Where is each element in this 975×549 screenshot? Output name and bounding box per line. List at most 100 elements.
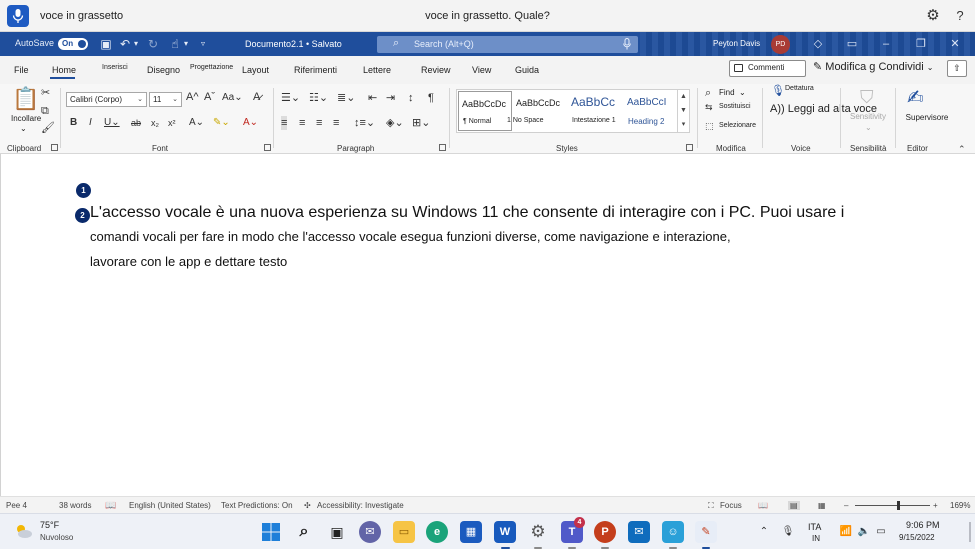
paragraph[interactable]: L'accesso vocale è una nuova esperienza …: [90, 204, 844, 222]
avatar[interactable]: PD: [771, 35, 790, 54]
redo-icon[interactable]: ↻: [145, 36, 161, 52]
text-effects-icon[interactable]: A⌄: [189, 116, 204, 130]
sort-icon[interactable]: ↕: [408, 91, 414, 105]
tab-design[interactable]: Progettazione: [190, 64, 233, 71]
search-mic-icon[interactable]: [623, 38, 631, 50]
zoom-slider[interactable]: [855, 505, 930, 506]
sensitivity-icon[interactable]: ⛉: [860, 86, 874, 108]
close-icon[interactable]: ✕: [947, 36, 963, 52]
chevron-down-icon[interactable]: ⌄: [739, 88, 746, 97]
help-icon[interactable]: ?: [952, 7, 968, 25]
subscript-icon[interactable]: x₂: [151, 116, 159, 130]
clear-formatting-icon[interactable]: A̷: [253, 90, 260, 104]
tab-mailings[interactable]: Lettere: [363, 65, 391, 75]
read-mode-icon[interactable]: 📖: [758, 501, 768, 510]
gallery-scroll[interactable]: ▲ ▼ ▾: [677, 90, 689, 132]
strikethrough-icon[interactable]: ab: [131, 116, 141, 130]
task-view-button[interactable]: ▣: [326, 521, 348, 543]
clock-date[interactable]: 9/15/2022: [899, 533, 935, 542]
editor-pen-icon[interactable]: ✍: [907, 86, 924, 110]
user-name[interactable]: Peyton Davis: [713, 39, 760, 48]
style-no-spacing[interactable]: AaBbCcDc 1 No Space: [507, 91, 567, 131]
font-name-box[interactable]: Calibri (Corpo) ⌄: [66, 92, 147, 107]
tab-insert[interactable]: Inserisci: [102, 64, 128, 71]
voice-overlay-badge[interactable]: 2: [75, 208, 90, 223]
font-color-icon[interactable]: A⌄: [243, 116, 258, 130]
tab-view[interactable]: View: [472, 65, 491, 75]
maximize-icon[interactable]: ❐: [913, 36, 929, 52]
find-label[interactable]: Find: [719, 88, 735, 97]
editing-mode-button[interactable]: ✎ Modifica g Condividi ⌄: [813, 60, 933, 73]
borders-icon[interactable]: ⊞⌄: [412, 116, 430, 130]
show-desktop-button[interactable]: [969, 522, 971, 542]
decrease-indent-icon[interactable]: ⇤: [368, 91, 377, 105]
powerpoint-app[interactable]: P: [594, 521, 616, 543]
show-marks-icon[interactable]: ¶: [428, 91, 434, 105]
word-app[interactable]: W: [494, 521, 516, 543]
format-painter-icon[interactable]: 🖌: [41, 121, 55, 135]
underline-icon[interactable]: U⌄: [104, 116, 120, 130]
justify-icon[interactable]: ≡: [333, 116, 339, 130]
wifi-icon[interactable]: 📶: [839, 525, 853, 539]
paste-dropdown-icon[interactable]: ⌄: [20, 124, 27, 133]
sensitivity-button-label[interactable]: Sensitivity: [846, 112, 890, 121]
start-button[interactable]: [260, 521, 282, 543]
settings-app[interactable]: ⚙: [527, 521, 549, 543]
zoom-level[interactable]: 169%: [950, 501, 970, 510]
autosave-toggle[interactable]: On: [58, 38, 88, 50]
document-page[interactable]: 1 2 L'accesso vocale è una nuova esperie…: [0, 154, 975, 496]
search-box[interactable]: ⌕ Search (Alt+Q): [377, 36, 638, 53]
grow-font-icon[interactable]: A^: [186, 90, 199, 104]
people-app[interactable]: ☺: [662, 521, 684, 543]
paragraph[interactable]: comandi vocali per fare in modo che l'ac…: [90, 229, 731, 244]
paste-label[interactable]: Incollare: [11, 114, 41, 123]
microphone-icon[interactable]: 🎙: [781, 525, 795, 539]
shading-icon[interactable]: ◈⌄: [386, 116, 404, 130]
zoom-out-icon[interactable]: –: [844, 501, 848, 510]
clipboard-launcher-icon[interactable]: [51, 144, 58, 151]
store-app[interactable]: ▦: [460, 521, 482, 543]
bullets-icon[interactable]: ☰⌄: [281, 91, 300, 105]
align-right-icon[interactable]: ≡: [316, 116, 322, 130]
tab-file[interactable]: File: [14, 65, 29, 75]
paste-icon[interactable]: 📋: [12, 86, 39, 112]
dictate-microphone-icon[interactable]: 🎙: [771, 84, 785, 98]
edge-app[interactable]: e: [426, 521, 448, 543]
settings-gear-icon[interactable]: ⚙: [924, 7, 942, 25]
web-layout-icon[interactable]: ▦: [818, 501, 826, 510]
teams-app[interactable]: T 4: [561, 517, 585, 543]
select-label[interactable]: Selezionare: [719, 122, 756, 129]
editor-button-label[interactable]: Supervisore: [903, 113, 951, 122]
find-icon[interactable]: ⌕: [705, 86, 711, 100]
font-size-box[interactable]: 11 ⌄: [149, 92, 182, 107]
style-heading-2[interactable]: AaBbCcI Heading 2: [624, 91, 676, 131]
save-icon[interactable]: ▣: [98, 36, 114, 52]
more-styles-icon[interactable]: ▾: [678, 118, 689, 132]
chevron-up-icon[interactable]: ▲: [678, 90, 689, 104]
voice-access-app[interactable]: ✎: [695, 521, 717, 543]
select-icon[interactable]: ⬚: [705, 119, 714, 133]
mail-app[interactable]: ✉: [628, 521, 650, 543]
copy-icon[interactable]: ⧉: [41, 104, 49, 118]
keyboard-language[interactable]: ITA: [808, 522, 821, 532]
chat-app[interactable]: ✉: [359, 521, 381, 543]
text-predictions-indicator[interactable]: Text Predictions: On: [221, 501, 293, 510]
volume-icon[interactable]: 🔈: [857, 525, 871, 539]
battery-icon[interactable]: ▭: [874, 525, 888, 539]
touch-dropdown-icon[interactable]: ▾: [178, 36, 194, 52]
word-count[interactable]: 38 words: [59, 501, 91, 510]
minimize-icon[interactable]: –: [878, 36, 894, 52]
font-launcher-icon[interactable]: [264, 144, 271, 151]
tab-draw[interactable]: Disegno: [147, 65, 180, 75]
align-left-icon[interactable]: ≡: [281, 116, 288, 130]
paragraph-launcher-icon[interactable]: [439, 144, 446, 151]
tab-home[interactable]: Home: [52, 65, 76, 75]
multilevel-list-icon[interactable]: ≣⌄: [337, 91, 355, 105]
page-indicator[interactable]: Pee 4: [6, 501, 27, 510]
partly-cloudy-icon[interactable]: [13, 522, 33, 540]
language-indicator[interactable]: English (United States): [129, 501, 211, 510]
print-layout-icon[interactable]: ▤: [788, 501, 800, 510]
zoom-in-icon[interactable]: +: [933, 501, 938, 510]
dictate-label[interactable]: Dettatura: [785, 85, 814, 92]
cut-icon[interactable]: ✂: [41, 86, 50, 100]
